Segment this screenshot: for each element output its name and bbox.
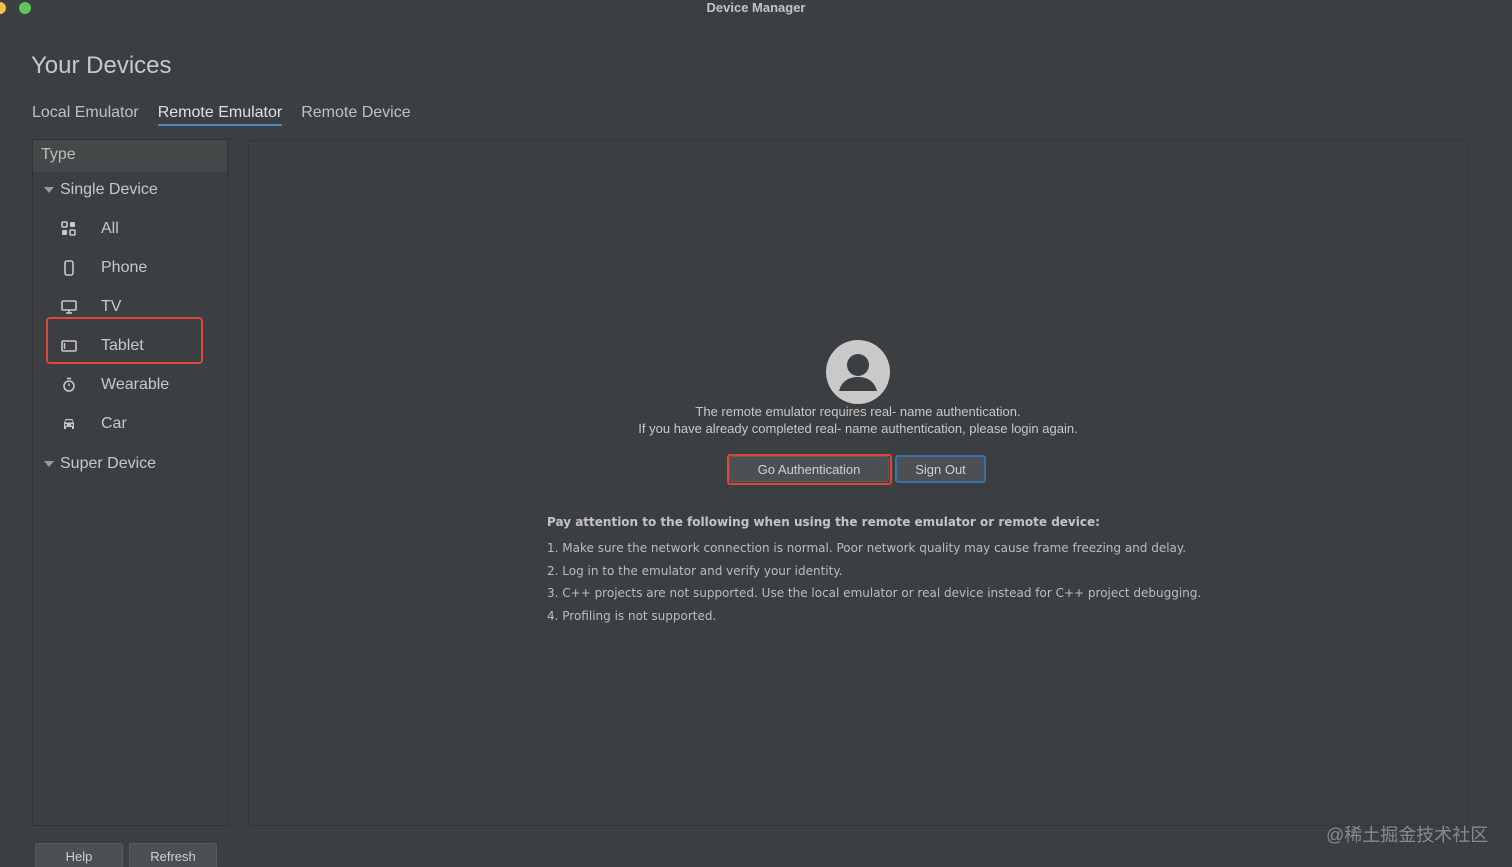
tab-remote-device[interactable]: Remote Device <box>301 104 410 126</box>
note-item: 1. Make sure the network connection is n… <box>547 541 1187 555</box>
go-authentication-button[interactable]: Go Authentication <box>729 456 889 482</box>
tab-local-emulator[interactable]: Local Emulator <box>32 104 139 126</box>
group-super-device[interactable]: Super Device <box>44 455 156 473</box>
title-bar: Device Manager <box>0 0 1512 16</box>
help-button[interactable]: Help <box>35 843 123 867</box>
grid-icon <box>61 221 77 237</box>
refresh-button[interactable]: Refresh <box>129 843 217 867</box>
sidebar-item-label: Wearable <box>101 376 170 393</box>
sidebar-item-label: All <box>101 220 119 237</box>
sidebar-item-tv[interactable]: TV <box>61 298 121 316</box>
chevron-down-icon <box>44 187 54 193</box>
sign-out-button[interactable]: Sign Out <box>895 455 986 483</box>
watch-icon <box>61 377 77 393</box>
notes-title: Pay attention to the following when usin… <box>547 515 1100 529</box>
watermark: @稀土掘金技术社区 <box>1326 825 1489 845</box>
tv-icon <box>61 299 77 315</box>
sidebar-item-all[interactable]: All <box>61 220 119 238</box>
device-type-sidebar: Type <box>32 139 228 826</box>
note-item: 4. Profiling is not supported. <box>547 609 717 623</box>
car-icon <box>61 416 77 432</box>
sidebar-item-label: TV <box>101 298 122 315</box>
group-label: Single Device <box>60 181 158 198</box>
sidebar-item-label: Phone <box>101 259 148 276</box>
auth-login-again-message: If you have already completed real- name… <box>638 421 1078 436</box>
phone-icon <box>61 260 77 276</box>
note-item: 2. Log in to the emulator and verify you… <box>547 564 843 578</box>
device-tabs: Local Emulator Remote Emulator Remote De… <box>32 104 411 126</box>
auth-required-message: The remote emulator requires real- name … <box>695 404 1021 419</box>
window-title: Device Manager <box>706 0 806 15</box>
chevron-down-icon <box>44 461 54 467</box>
tablet-highlight-annotation <box>46 317 203 364</box>
group-single-device[interactable]: Single Device <box>44 181 158 199</box>
note-item: 3. C++ projects are not supported. Use t… <box>547 586 1202 600</box>
sidebar-item-label: Car <box>101 415 127 432</box>
sidebar-header: Type <box>33 140 227 172</box>
page-title: Your Devices <box>31 52 172 79</box>
sidebar-item-car[interactable]: Car <box>61 415 127 433</box>
tab-remote-emulator[interactable]: Remote Emulator <box>157 104 283 126</box>
user-avatar-icon <box>826 340 890 404</box>
sidebar-item-wearable[interactable]: Wearable <box>61 376 169 394</box>
sidebar-item-phone[interactable]: Phone <box>61 259 147 277</box>
group-label: Super Device <box>60 455 157 472</box>
